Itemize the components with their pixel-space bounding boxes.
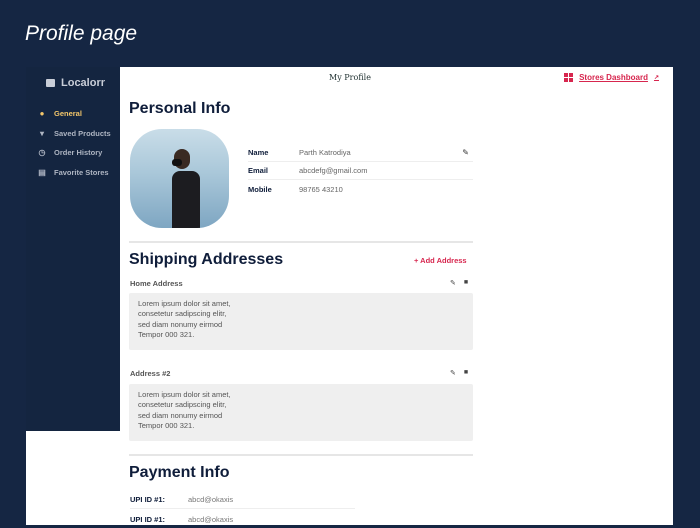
dashboard-icon bbox=[564, 73, 574, 82]
field-label: Email bbox=[248, 166, 269, 175]
avatar bbox=[130, 129, 229, 228]
payment-heading: Payment Info bbox=[129, 464, 230, 481]
mobile-row: Mobile 98765 43210 bbox=[248, 180, 473, 198]
address-line: consetetur sadipscing elitr, bbox=[138, 309, 227, 319]
upi-row: UPI ID #1: abcd@okaxis bbox=[130, 510, 355, 528]
address-label: Home Address bbox=[130, 279, 183, 288]
delete-icon[interactable]: ■ bbox=[464, 279, 468, 287]
address-line: Lorem ipsum dolor sit amet, bbox=[138, 299, 231, 308]
brand-name: Localorr bbox=[61, 77, 106, 89]
sidebar-item-order-history[interactable]: ◷ Order History bbox=[38, 143, 111, 163]
field-value: Parth Katrodiya bbox=[299, 148, 351, 157]
sidebar-item-favorite-stores[interactable]: ▤ Favorite Stores bbox=[38, 163, 111, 183]
address-line: sed diam nonumy eirmod bbox=[138, 410, 223, 420]
address-line: consetetur sadipscing elitr, bbox=[138, 400, 227, 410]
stores-dashboard-label: Stores Dashboard bbox=[579, 73, 648, 82]
address-line: Tempor 000 321. bbox=[138, 420, 195, 430]
delete-icon[interactable]: ■ bbox=[464, 369, 468, 377]
page-title: Profile page bbox=[25, 22, 138, 45]
basket-icon: ▾ bbox=[39, 128, 44, 138]
field-value: abcd@okaxis bbox=[188, 514, 234, 524]
sidebar-item-label: Order History bbox=[54, 148, 103, 158]
field-value: abcd@okaxis bbox=[188, 495, 234, 504]
info-icon: ● bbox=[39, 109, 45, 119]
email-row: Email abcdefg@gmail.com bbox=[248, 162, 473, 180]
personal-info-table: Name Parth Katrodiya ✎ Email abcdefg@gmail.… bbox=[248, 144, 473, 198]
divider bbox=[129, 241, 473, 243]
store-logo-icon bbox=[46, 79, 55, 87]
address-line: Lorem ipsum dolor sit amet, bbox=[138, 390, 231, 399]
field-value: 98765 43210 bbox=[299, 184, 343, 194]
edit-icon[interactable]: ✎ bbox=[462, 148, 469, 157]
sidebar-item-label: Saved Products bbox=[54, 128, 111, 138]
personal-info-heading: Personal Info bbox=[129, 100, 231, 117]
sidebar-item-general[interactable]: ● General bbox=[38, 104, 111, 124]
field-label: UPI ID #1: bbox=[130, 495, 166, 504]
address-box: Lorem ipsum dolor sit amet, consetetur s… bbox=[129, 384, 473, 441]
address-label: Address #2 bbox=[130, 369, 171, 378]
name-row: Name Parth Katrodiya ✎ bbox=[248, 144, 473, 162]
brand[interactable]: Localorr bbox=[46, 77, 105, 89]
edit-icon[interactable]: ✎ bbox=[450, 279, 456, 287]
field-label: UPI ID #1: bbox=[130, 514, 166, 524]
field-value: abcdefg@gmail.com bbox=[299, 166, 368, 175]
history-icon: ◷ bbox=[38, 148, 46, 158]
add-address-button[interactable]: + Add Address bbox=[414, 256, 467, 265]
shipping-heading: Shipping Addresses bbox=[129, 251, 284, 268]
field-label: Mobile bbox=[248, 184, 272, 194]
address-line: Tempor 000 321. bbox=[138, 329, 195, 339]
external-link-icon: ↗ bbox=[653, 75, 659, 81]
upi-row: UPI ID #1: abcd@okaxis bbox=[130, 491, 355, 509]
sidebar-item-label: Favorite Stores bbox=[54, 167, 109, 177]
field-label: Name bbox=[248, 148, 269, 157]
divider bbox=[129, 454, 473, 456]
stores-dashboard-link[interactable]: Stores Dashboard ↗ bbox=[564, 73, 659, 82]
address-box: Lorem ipsum dolor sit amet, consetetur s… bbox=[129, 293, 473, 350]
store-icon: ▤ bbox=[38, 167, 46, 177]
main-content: My Profile Stores Dashboard ↗ Personal In… bbox=[120, 67, 673, 525]
address-line: sed diam nonumy eirmod bbox=[138, 319, 223, 329]
sidebar: Localorr ● General ▾ Saved Products ◷ Order… bbox=[26, 67, 120, 431]
sidebar-item-saved-products[interactable]: ▾ Saved Products bbox=[38, 124, 111, 144]
sidebar-item-label: General bbox=[54, 109, 82, 119]
header-title: My Profile bbox=[329, 73, 371, 82]
edit-icon[interactable]: ✎ bbox=[450, 369, 456, 377]
